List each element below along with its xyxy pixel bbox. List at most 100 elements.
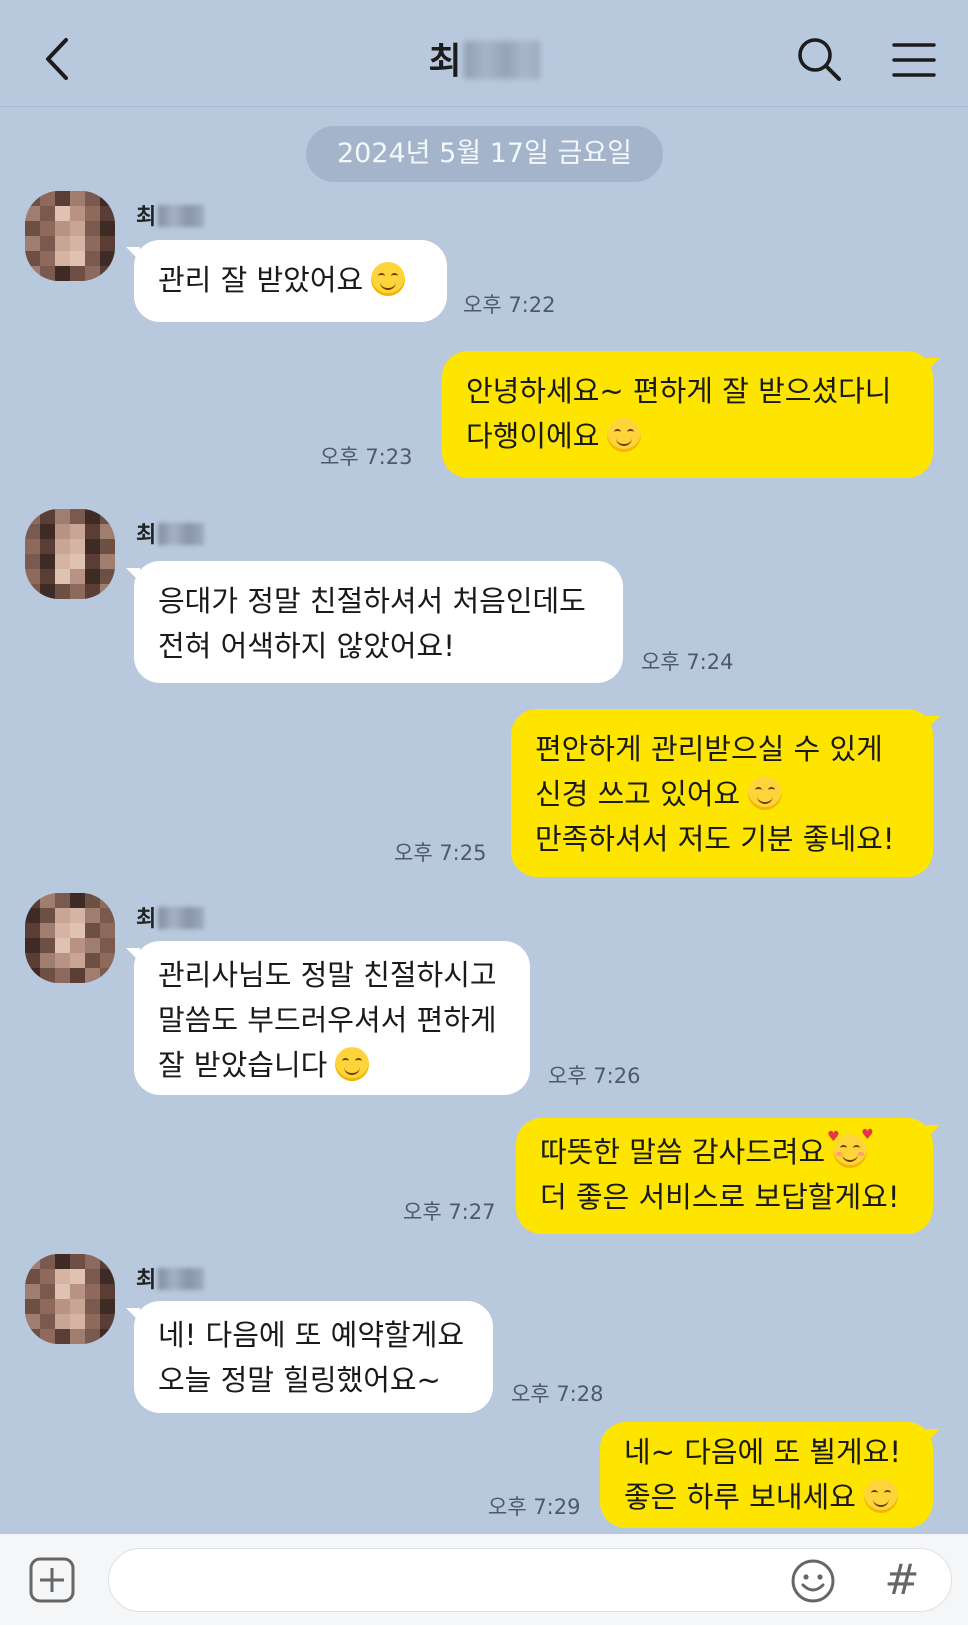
- avatar-pixel: [25, 554, 40, 569]
- avatar-pixel: [85, 554, 100, 569]
- avatar-pixel: [55, 539, 70, 554]
- avatar-pixel: [40, 191, 55, 206]
- avatar-pixel: [25, 509, 40, 524]
- avatar-pixel: [70, 1314, 85, 1329]
- message-time: 오후 7:25: [394, 841, 487, 865]
- hamburger-menu-icon[interactable]: [892, 40, 936, 80]
- message-time: 오후 7:27: [403, 1200, 496, 1224]
- avatar-pixel: [40, 251, 55, 266]
- avatar-pixel: [55, 584, 70, 599]
- hash-button[interactable]: #: [880, 1556, 924, 1604]
- bubble-tail: [926, 358, 940, 372]
- avatar-pixel: [55, 191, 70, 206]
- bubble-tail: [926, 1429, 940, 1443]
- avatar-pixel: [100, 206, 115, 221]
- avatar-pixel: [40, 1254, 55, 1269]
- avatar-pixel: [100, 893, 115, 908]
- avatar-pixel: [70, 509, 85, 524]
- avatar-pixel: [70, 1329, 85, 1344]
- avatar-pixel: [85, 1269, 100, 1284]
- avatar-pixel: [55, 908, 70, 923]
- plus-square-icon[interactable]: [28, 1556, 76, 1604]
- avatar-pixel: [100, 923, 115, 938]
- avatar-pixel: [70, 1284, 85, 1299]
- avatar-pixel: [25, 1299, 40, 1314]
- avatar-pixel: [25, 524, 40, 539]
- avatar-pixel: [40, 953, 55, 968]
- avatar-pixel: [100, 509, 115, 524]
- avatar-pixel: [25, 236, 40, 251]
- avatar-pixel: [100, 1314, 115, 1329]
- avatar-pixel: [40, 206, 55, 221]
- avatar-pixel: [70, 1299, 85, 1314]
- avatar-pixel: [70, 554, 85, 569]
- avatar-pixel: [25, 539, 40, 554]
- avatar-pixel: [40, 221, 55, 236]
- message-bubble-incoming[interactable]: 관리사님도 정말 친절하시고 말씀도 부드러우셔서 편하게 잘 받았습니다: [134, 941, 530, 1095]
- message-bubble-incoming[interactable]: 네! 다음에 또 예약할게요 오늘 정말 힐링했어요~: [134, 1301, 493, 1413]
- message-text: 더 좋은 서비스로 보답할게요!: [540, 1180, 900, 1214]
- avatar-pixel: [25, 569, 40, 584]
- avatar-pixel: [25, 191, 40, 206]
- message-text: 관리 잘 받았어요: [158, 263, 364, 297]
- avatar-pixel: [70, 251, 85, 266]
- message-text: 네~ 다음에 또 뵐게요!: [624, 1435, 902, 1469]
- message-text: 좋은 하루 보내세요: [624, 1480, 856, 1514]
- avatar-pixel: [25, 953, 40, 968]
- avatar[interactable]: [25, 191, 115, 281]
- message-bubble-outgoing[interactable]: 안녕하세요~ 편하게 잘 받으셨다니 다행이에요: [442, 351, 933, 478]
- avatar-pixel: [40, 1329, 55, 1344]
- avatar-pixel: [25, 266, 40, 281]
- avatar-pixel: [100, 1299, 115, 1314]
- avatar-pixel: [85, 923, 100, 938]
- avatar-pixel: [70, 923, 85, 938]
- avatar-pixel: [70, 953, 85, 968]
- avatar-pixel: [100, 236, 115, 251]
- avatar-pixel: [40, 893, 55, 908]
- avatar-pixel: [70, 539, 85, 554]
- avatar-pixel: [55, 938, 70, 953]
- avatar-pixel: [55, 251, 70, 266]
- message-bubble-outgoing[interactable]: 편안하게 관리받으실 수 있게 신경 쓰고 있어요 만족하셔서 저도 기분 좋네…: [511, 709, 933, 877]
- sender-name: 최: [136, 1262, 205, 1294]
- avatar-pixel: [55, 554, 70, 569]
- avatar[interactable]: [25, 1254, 115, 1344]
- message-bubble-incoming[interactable]: 관리 잘 받았어요: [134, 240, 447, 322]
- avatar-pixel: [25, 923, 40, 938]
- message-text: 다행이에요: [466, 419, 600, 453]
- message-bubble-incoming[interactable]: 응대가 정말 친절하셔서 처음인데도 전혀 어색하지 않았어요!: [134, 561, 623, 683]
- avatar-pixel: [25, 251, 40, 266]
- message-bubble-outgoing[interactable]: 네~ 다음에 또 뵐게요! 좋은 하루 보내세요: [600, 1422, 933, 1528]
- avatar-pixel: [100, 908, 115, 923]
- avatar-pixel: [55, 1254, 70, 1269]
- avatar-pixel: [100, 938, 115, 953]
- smiling-face-icon: [748, 776, 783, 810]
- bubble-tail: [926, 716, 940, 730]
- avatar-pixel: [100, 569, 115, 584]
- avatar-pixel: [70, 584, 85, 599]
- avatar-pixel: [70, 893, 85, 908]
- avatar-pixel: [40, 908, 55, 923]
- avatar-pixel: [40, 938, 55, 953]
- avatar-pixel: [85, 968, 100, 983]
- avatar-pixel: [25, 1284, 40, 1299]
- avatar-pixel: [55, 524, 70, 539]
- avatar-pixel: [70, 266, 85, 281]
- message-text: 네! 다음에 또 예약할게요: [158, 1318, 465, 1352]
- avatar-pixel: [85, 584, 100, 599]
- message-text: 신경 쓰고 있어요: [535, 777, 741, 811]
- avatar-pixel: [55, 968, 70, 983]
- avatar-pixel: [85, 893, 100, 908]
- avatar-pixel: [25, 584, 40, 599]
- avatar-pixel: [55, 569, 70, 584]
- message-text: 응대가 정말 친절하셔서 처음인데도: [158, 584, 586, 618]
- search-icon[interactable]: [796, 36, 842, 82]
- smiley-icon[interactable]: [790, 1558, 836, 1604]
- message-bubble-outgoing[interactable]: 따뜻한 말씀 감사드려요 ♥ ♥ 더 좋은 서비스로 보답할게요!: [516, 1118, 933, 1234]
- avatar[interactable]: [25, 893, 115, 983]
- avatar-pixel: [40, 923, 55, 938]
- avatar[interactable]: [25, 509, 115, 599]
- avatar-pixel: [85, 251, 100, 266]
- message-time: 오후 7:26: [548, 1064, 641, 1088]
- avatar-pixel: [100, 1284, 115, 1299]
